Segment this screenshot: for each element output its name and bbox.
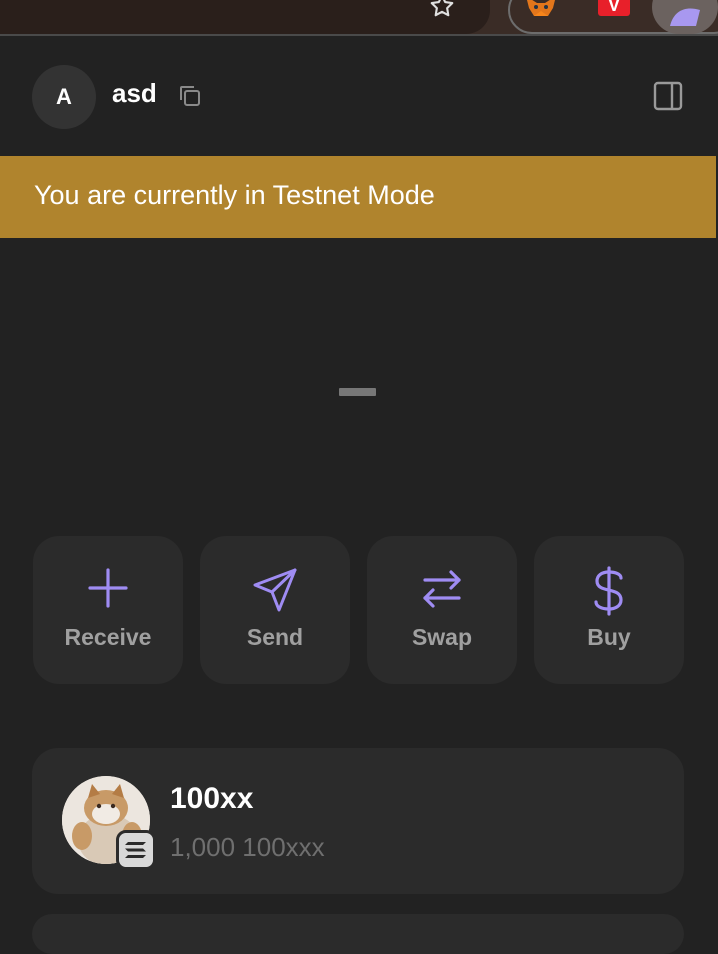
swap-label: Swap [411,624,473,650]
token-name: 100xx [170,782,254,815]
send-label: Send [246,624,304,650]
token-row[interactable] [32,914,684,954]
receive-label: Receive [64,624,152,650]
star-icon[interactable] [428,0,456,20]
wallet-extension-icon[interactable] [652,0,718,34]
avatar[interactable]: A [32,65,96,129]
buy-label: Buy [587,624,631,650]
testnet-banner: You are currently in Testnet Mode [0,156,716,238]
metamask-fox-icon[interactable] [524,0,558,18]
testnet-banner-text: You are currently in Testnet Mode [34,180,435,210]
address-bar[interactable] [0,0,490,34]
balance-loading-dash [339,388,376,396]
copy-icon[interactable] [176,82,204,110]
wallet-header: A asd [0,38,718,156]
browser-toolbar: V [0,0,718,36]
dollar-icon [594,566,623,616]
buy-button[interactable]: Buy [534,536,684,684]
receive-button[interactable]: Receive [33,536,183,684]
paper-plane-icon [253,568,297,612]
send-button[interactable]: Send [200,536,350,684]
side-panel-icon[interactable] [652,80,684,112]
token-row[interactable]: 100xx 1,000 100xxx [32,748,684,894]
solana-chain-icon [116,830,156,870]
account-name[interactable]: asd [112,78,157,109]
swap-arrows-icon [423,570,461,608]
plus-icon [88,568,128,608]
token-balance: 1,000 100xxx [170,832,325,862]
v-extension-icon[interactable]: V [598,0,630,16]
swap-button[interactable]: Swap [367,536,517,684]
